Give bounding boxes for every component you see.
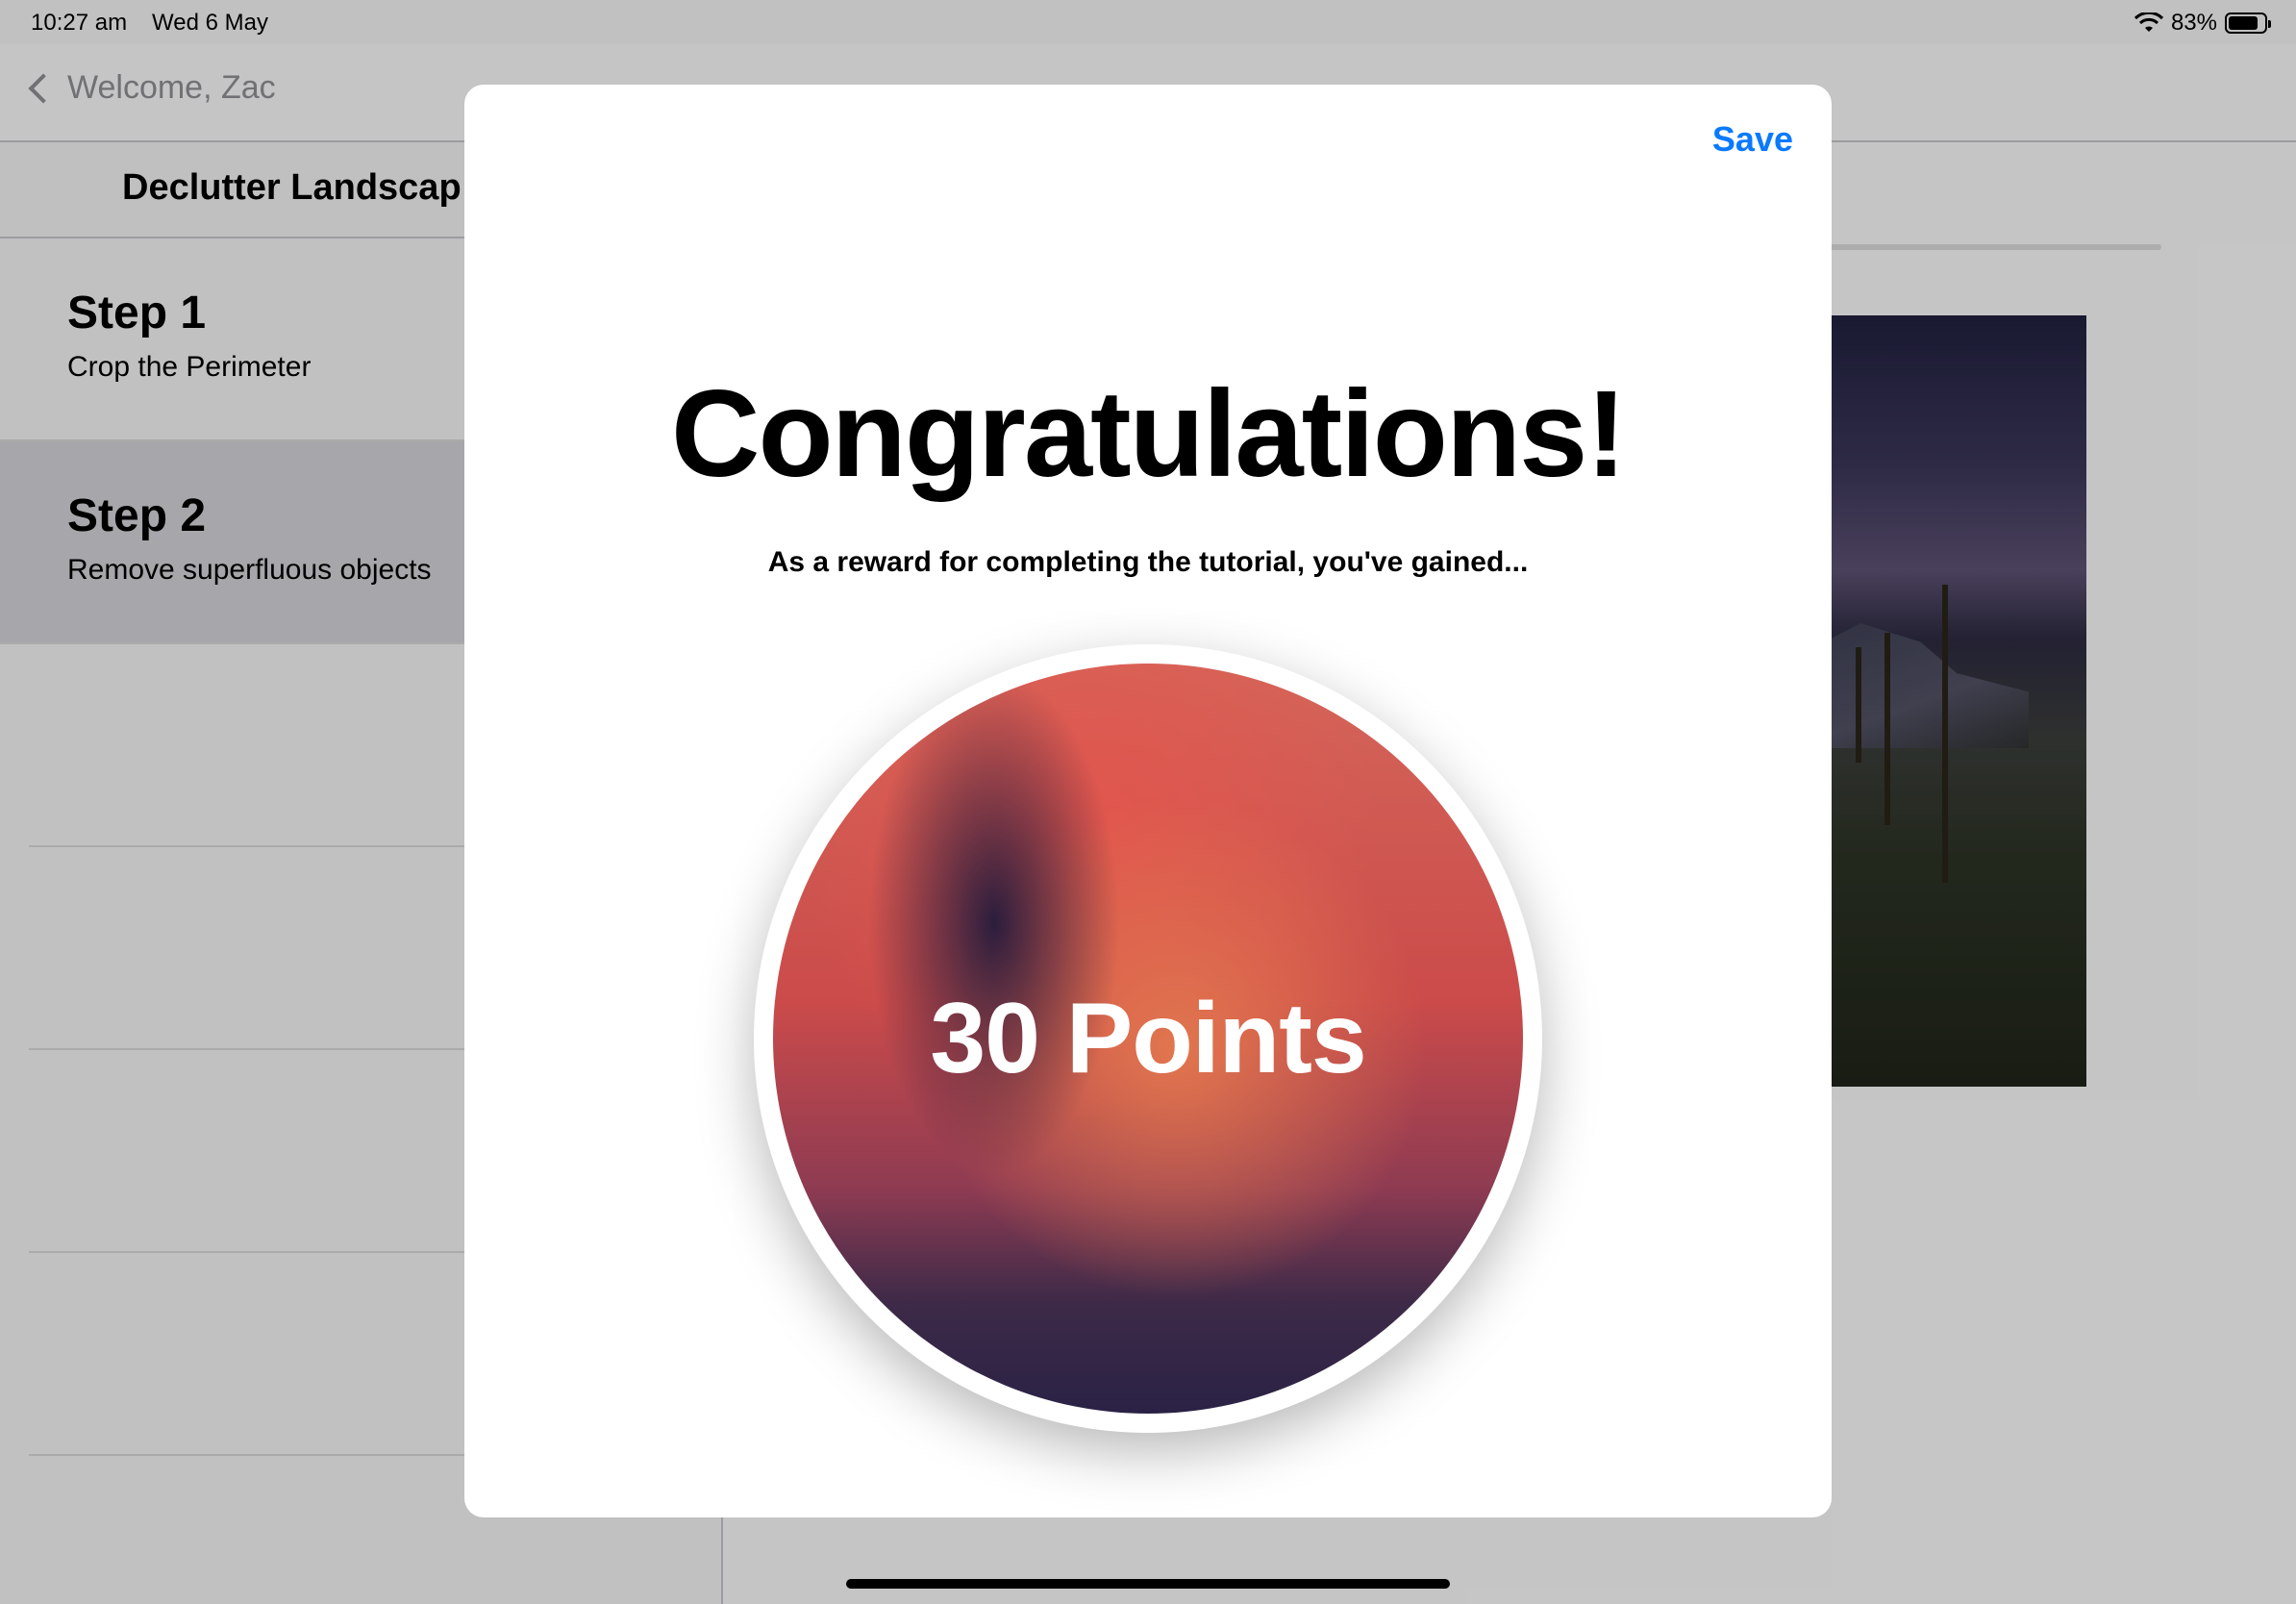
home-indicator[interactable] xyxy=(846,1579,1450,1589)
app-root: 10:27 am Wed 6 May 83% Welcome, Zac Decl… xyxy=(0,0,2296,1604)
points-label: 30 Points xyxy=(930,982,1366,1094)
congratulations-modal: Save Congratulations! As a reward for co… xyxy=(464,85,1832,1517)
save-button[interactable]: Save xyxy=(1712,119,1793,160)
points-badge: 30 Points xyxy=(754,644,1542,1433)
modal-title: Congratulations! xyxy=(671,365,1627,503)
points-orb: 30 Points xyxy=(773,664,1523,1414)
reward-text: As a reward for completing the tutorial,… xyxy=(767,546,1529,578)
